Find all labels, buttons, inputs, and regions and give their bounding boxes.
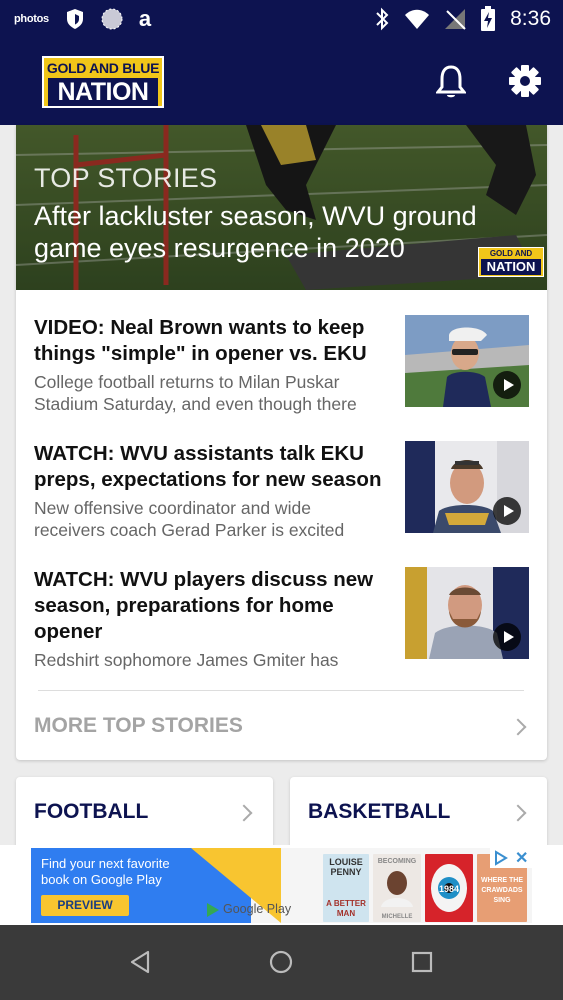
notification-icons: photos a xyxy=(14,8,151,30)
category-label: FOOTBALL xyxy=(34,800,149,823)
app-bar: GOLD AND BLUE NATION xyxy=(0,40,563,125)
play-icon[interactable] xyxy=(493,371,521,399)
story-thumbnail[interactable] xyxy=(405,567,529,659)
story-title[interactable]: VIDEO: Neal Brown wants to keep things "… xyxy=(34,315,384,367)
sphere-icon xyxy=(101,8,123,30)
back-icon[interactable] xyxy=(128,950,152,974)
book-text: SING xyxy=(493,897,511,904)
hero-story[interactable]: TOP STORIES After lackluster season, WVU… xyxy=(16,125,547,290)
ad-banner-area: Find your next favorite book on Google P… xyxy=(0,845,563,925)
book-text: WHERE THE xyxy=(481,877,523,884)
book-text: PENNY xyxy=(330,867,362,877)
logo-bottom-text: NATION xyxy=(48,78,158,106)
book-cover: 1984 xyxy=(425,854,473,922)
story-summary: Redshirt sophomore James Gmiter has xyxy=(34,650,339,670)
bluetooth-icon xyxy=(376,7,389,31)
more-top-stories-link[interactable]: MORE TOP STORIES xyxy=(34,714,243,738)
play-icon[interactable] xyxy=(493,497,521,525)
chevron-right-icon xyxy=(235,804,253,822)
divider xyxy=(38,690,524,691)
story-thumbnail[interactable] xyxy=(405,315,529,407)
story-title[interactable]: WATCH: WVU assistants talk EKU preps, ex… xyxy=(34,441,384,493)
top-stories-card: TOP STORIES After lackluster season, WVU… xyxy=(16,125,547,760)
story-thumbnail[interactable] xyxy=(405,441,529,533)
book-text: 1984 xyxy=(438,884,460,894)
google-play-icon xyxy=(207,903,219,917)
system-nav-bar xyxy=(0,925,563,1000)
story-summary: New offensive coordinator and wide recei… xyxy=(34,498,345,540)
ad-choices[interactable]: ✕ xyxy=(490,848,532,868)
category-card-basketball[interactable]: BASKETBALL xyxy=(290,777,547,847)
system-icons: 8:36 xyxy=(374,6,551,32)
gear-icon[interactable] xyxy=(508,64,542,98)
section-label: TOP STORIES xyxy=(34,163,218,193)
play-icon[interactable] xyxy=(493,623,521,651)
ad-banner[interactable]: Find your next favorite book on Google P… xyxy=(31,848,532,923)
close-icon[interactable]: ✕ xyxy=(515,848,528,868)
book-cover: LOUISE PENNY A BETTER MAN xyxy=(323,854,369,922)
category-label: BASKETBALL xyxy=(308,800,451,823)
book-text: BECOMING xyxy=(377,858,417,865)
book-text: MICHELLE OBAMA xyxy=(381,914,413,920)
shield-icon xyxy=(66,9,83,29)
story-summary: College football returns to Milan Puskar… xyxy=(34,372,357,414)
app-logo[interactable]: GOLD AND BLUE NATION xyxy=(42,56,164,108)
book-text: LOUISE xyxy=(329,857,363,867)
logo-top-text: GOLD AND BLUE xyxy=(46,60,160,76)
book-text: A BETTER MAN xyxy=(326,899,366,918)
recents-icon[interactable] xyxy=(410,950,434,974)
book-text: CRAWDADS xyxy=(481,887,523,894)
story-title[interactable]: WATCH: WVU players discuss new season, p… xyxy=(34,567,384,645)
hero-logo-bottom: NATION xyxy=(481,259,541,275)
ad-brand: Google Play xyxy=(223,902,292,916)
book-cover: BECOMING MICHELLE OBAMA xyxy=(373,854,421,922)
hero-watermark-logo: GOLD AND BLUE NATION xyxy=(478,247,544,277)
category-card-football[interactable]: FOOTBALL xyxy=(16,777,273,847)
story-item[interactable]: VIDEO: Neal Brown wants to keep things "… xyxy=(34,315,529,415)
no-signal-icon xyxy=(445,9,466,30)
photos-icon: photos xyxy=(14,13,49,25)
amazon-icon: a xyxy=(138,6,152,31)
story-item[interactable]: WATCH: WVU assistants talk EKU preps, ex… xyxy=(34,441,529,541)
ad-choices-icon[interactable] xyxy=(494,850,508,866)
ad-headline: Find your next favorite book on Google P… xyxy=(41,856,170,887)
wifi-icon xyxy=(405,9,430,29)
status-bar: photos a 8:36 xyxy=(0,0,563,40)
ad-preview-button[interactable]: PREVIEW xyxy=(41,895,129,916)
clock: 8:36 xyxy=(510,7,551,30)
chevron-right-icon xyxy=(509,804,527,822)
battery-charging-icon xyxy=(481,6,496,31)
story-item[interactable]: WATCH: WVU players discuss new season, p… xyxy=(34,567,529,677)
home-icon[interactable] xyxy=(269,950,293,974)
book-portrait xyxy=(381,871,413,907)
bell-icon[interactable] xyxy=(436,64,466,100)
hero-title[interactable]: After lackluster season, WVU ground game… xyxy=(34,200,524,264)
chevron-right-icon[interactable] xyxy=(509,718,527,736)
